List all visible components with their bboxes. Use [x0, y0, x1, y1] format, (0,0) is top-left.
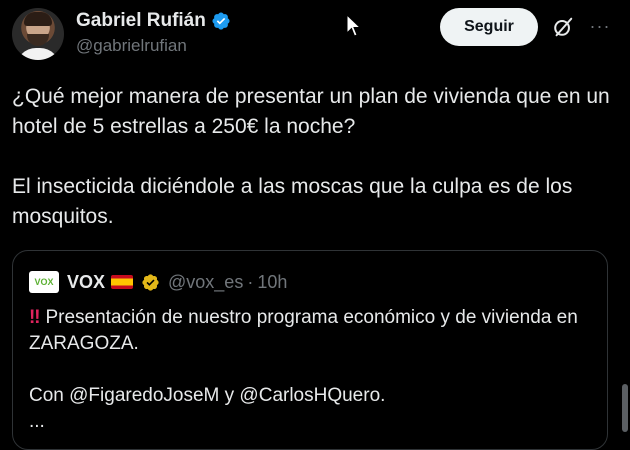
quote-handle[interactable]: @vox_es	[168, 272, 243, 293]
verified-badge-icon	[212, 12, 230, 30]
avatar-shirt	[16, 48, 60, 60]
quote-display-name[interactable]: VOX	[67, 272, 105, 293]
author-display-name[interactable]: Gabriel Rufián	[76, 10, 206, 32]
quote-separator: ·	[247, 271, 254, 292]
quote-spacer	[29, 357, 599, 383]
double-exclamation-icon: ‼	[29, 307, 41, 328]
vox-logo-avatar[interactable]: VOX	[29, 271, 59, 293]
scrollbar-thumb[interactable]	[622, 384, 628, 432]
follow-button[interactable]: Seguir	[440, 8, 538, 46]
quote-header: VOX VOX @vox_es · 10h	[29, 271, 287, 293]
quote-timestamp[interactable]: 10h	[257, 272, 287, 293]
grok-icon[interactable]	[552, 16, 574, 38]
mouse-cursor-icon	[346, 14, 362, 37]
author-handle[interactable]: @gabrielrufian	[76, 36, 187, 56]
quote-line-1: Presentación de nuestro programa económi…	[29, 307, 578, 354]
author-name-row[interactable]: Gabriel Rufián	[76, 10, 231, 32]
quote-line-3: ...	[29, 411, 45, 432]
author-avatar[interactable]	[12, 8, 64, 60]
spain-flag-icon	[111, 275, 134, 289]
verified-gold-badge-icon	[142, 273, 159, 291]
quote-body: ‼ Presentación de nuestro programa económ…	[29, 305, 599, 435]
more-icon[interactable]: ···	[588, 14, 612, 38]
quote-line-1-row: ‼ Presentación de nuestro programa económ…	[29, 305, 599, 357]
quote-line-2: Con @FigaredoJoseM y @CarlosHQuero.	[29, 385, 386, 406]
tweet-text: ¿Qué mejor manera de presentar un plan d…	[12, 82, 612, 232]
tweet-paragraph-2: El insecticida diciéndole a las moscas q…	[12, 175, 573, 228]
avatar-hair	[24, 12, 52, 26]
avatar-beard	[27, 34, 49, 46]
tweet-paragraph-1: ¿Qué mejor manera de presentar un plan d…	[12, 85, 610, 138]
quoted-tweet-card[interactable]: VOX VOX @vox_es · 10h ‼ Presentación de n…	[12, 250, 608, 450]
